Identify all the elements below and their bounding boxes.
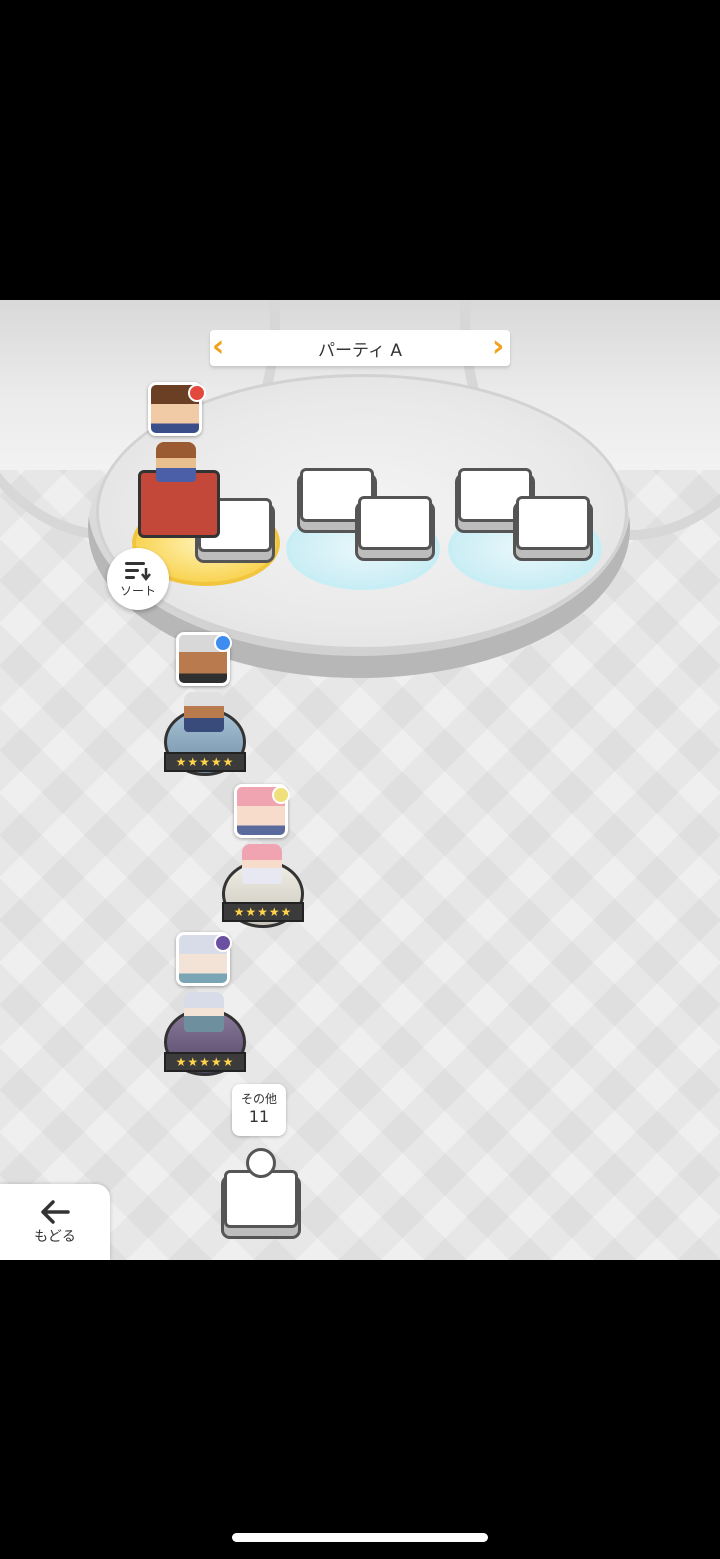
chevron-left-icon[interactable]: ‹ — [212, 330, 228, 366]
party-slot-1-character[interactable] — [156, 442, 196, 482]
sort-icon — [125, 561, 151, 581]
party-slot-3-cube-b — [516, 496, 590, 550]
game-viewport: パーティ A ‹ › ソート ★★★★★ ★★★★★ ★★★★★ その他 11 — [0, 300, 720, 1260]
roster-2-stars: ★★★★★ — [222, 902, 304, 922]
chevron-right-icon[interactable]: › — [492, 330, 508, 366]
roster-3-stars: ★★★★★ — [164, 1052, 246, 1072]
water-element-icon — [214, 634, 232, 652]
dark-element-icon — [214, 934, 232, 952]
fire-element-icon — [188, 384, 206, 402]
roster-1-stars: ★★★★★ — [164, 752, 246, 772]
others-figure — [246, 1148, 276, 1178]
home-indicator[interactable] — [232, 1533, 488, 1542]
roster-3-character[interactable] — [184, 992, 224, 1032]
sort-label: ソート — [119, 583, 156, 598]
others-label: その他 — [240, 1092, 277, 1106]
back-button[interactable]: もどる — [0, 1184, 110, 1260]
party-slot-2-cube-b — [358, 496, 432, 550]
light-element-icon — [272, 786, 290, 804]
party-name-label: パーティ A — [317, 340, 402, 361]
others-cube[interactable] — [224, 1170, 298, 1228]
others-count: 11 — [248, 1107, 270, 1126]
party-name-tab[interactable]: パーティ A — [210, 330, 510, 366]
arrow-left-icon — [41, 1200, 70, 1224]
sort-button[interactable]: ソート — [107, 548, 169, 610]
roster-1-character[interactable] — [184, 692, 224, 732]
back-label: もどる — [34, 1229, 76, 1245]
roster-2-character[interactable] — [242, 844, 282, 884]
others-bubble[interactable]: その他 11 — [232, 1084, 286, 1136]
